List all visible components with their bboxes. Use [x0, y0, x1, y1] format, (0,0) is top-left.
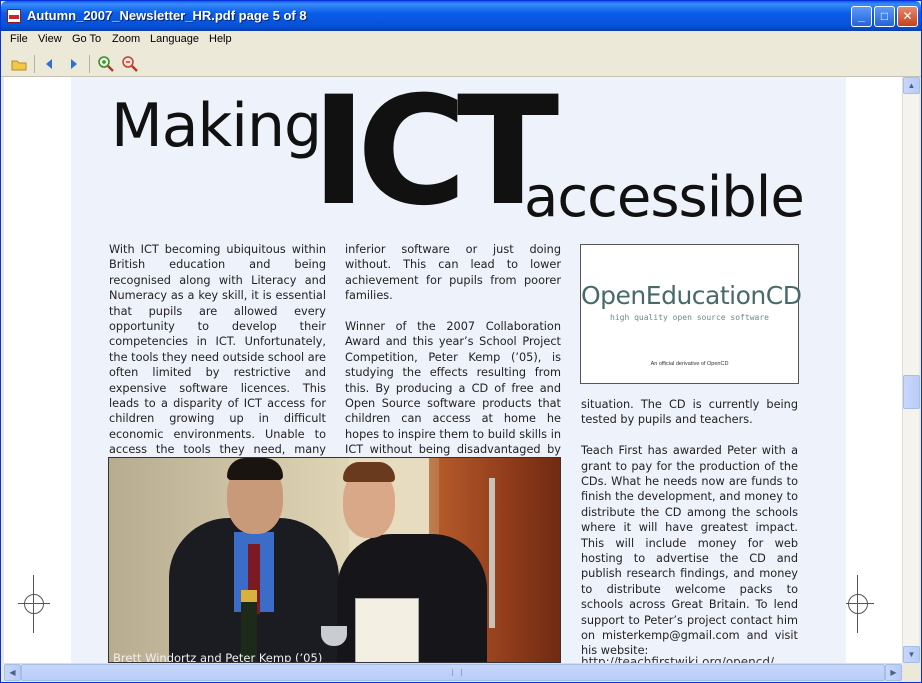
scroll-right-button[interactable]: ▶	[885, 664, 902, 681]
logo-footer: An official derivative of OpenCD	[650, 361, 729, 367]
menu-help[interactable]: Help	[209, 33, 232, 45]
crop-mark-left	[18, 575, 50, 633]
open-education-cd-logo: OpenEducationCD high quality open source…	[580, 244, 802, 384]
column3-paragraph-2: Teach First has awarded Peter with a gra…	[581, 444, 798, 658]
website-url: http://teachfirstwiki.org/opencd/	[581, 655, 775, 663]
toolbar-separator	[89, 55, 90, 73]
menu-zoom[interactable]: Zoom	[112, 33, 140, 45]
vertical-scrollbar[interactable]: ▲ ▼	[902, 77, 920, 663]
column3-paragraph-1: situation. The CD is currently being tes…	[581, 398, 798, 427]
window-title: Autumn_2007_Newsletter_HR.pdf page 5 of …	[27, 8, 307, 23]
menu-bar: File View Go To Zoom Language Help	[1, 31, 921, 50]
minimize-button[interactable]: _	[851, 6, 872, 27]
scroll-up-button[interactable]: ▲	[903, 77, 920, 94]
scroll-left-button[interactable]: ◀	[4, 664, 21, 681]
logo-subtitle: high quality open source software	[610, 313, 769, 322]
zoom-out-icon[interactable]	[121, 55, 139, 73]
article-column-1: With ICT becoming ubiquitous within Brit…	[109, 242, 326, 488]
title-bar[interactable]: Autumn_2007_Newsletter_HR.pdf page 5 of …	[1, 1, 921, 31]
pdf-page: Making ICT accessible With ICT becoming …	[71, 77, 846, 663]
menu-go-to[interactable]: Go To	[72, 33, 101, 45]
maximize-button[interactable]: □	[874, 6, 895, 27]
pdf-viewer-window: Autumn_2007_Newsletter_HR.pdf page 5 of …	[0, 0, 922, 683]
logo-title: OpenEducationCD	[581, 281, 802, 310]
open-folder-icon[interactable]	[10, 55, 28, 73]
zoom-in-icon[interactable]	[97, 55, 115, 73]
previous-page-icon[interactable]	[41, 55, 59, 73]
pdf-app-icon[interactable]	[7, 9, 21, 23]
column2-paragraph-1: inferior software or just doing without.…	[345, 243, 561, 303]
horizontal-scrollbar[interactable]: ◀ ▶	[4, 663, 902, 681]
certificate-icon	[355, 598, 419, 662]
article-column-3: situation. The CD is currently being tes…	[581, 397, 798, 663]
scroll-down-button[interactable]: ▼	[903, 646, 920, 663]
headline-accessible: accessible	[524, 165, 805, 230]
photo-caption: Brett Windortz and Peter Kemp (’05)	[113, 651, 323, 663]
close-button[interactable]: ✕	[897, 6, 918, 27]
menu-file[interactable]: File	[10, 33, 28, 45]
horizontal-scroll-thumb[interactable]	[21, 664, 885, 681]
headline-making: Making	[111, 91, 322, 161]
vertical-scroll-thumb[interactable]	[903, 375, 920, 409]
article-column-2: inferior software or just doing without.…	[345, 242, 561, 488]
next-page-icon[interactable]	[64, 55, 82, 73]
award-photo: Brett Windortz and Peter Kemp (’05)	[108, 457, 561, 663]
column1-paragraph: With ICT becoming ubiquitous within Brit…	[109, 243, 326, 472]
toolbar	[1, 51, 921, 77]
toolbar-separator	[34, 55, 35, 73]
headline-ict: ICT	[311, 77, 559, 239]
menu-view[interactable]: View	[38, 33, 62, 45]
column2-paragraph-2: Winner of the 2007 Collaboration Award a…	[345, 320, 561, 472]
crop-mark-right	[842, 575, 874, 633]
scrollbar-corner	[902, 663, 919, 680]
menu-language[interactable]: Language	[150, 33, 199, 45]
document-viewport[interactable]: Making ICT accessible With ICT becoming …	[4, 77, 902, 663]
